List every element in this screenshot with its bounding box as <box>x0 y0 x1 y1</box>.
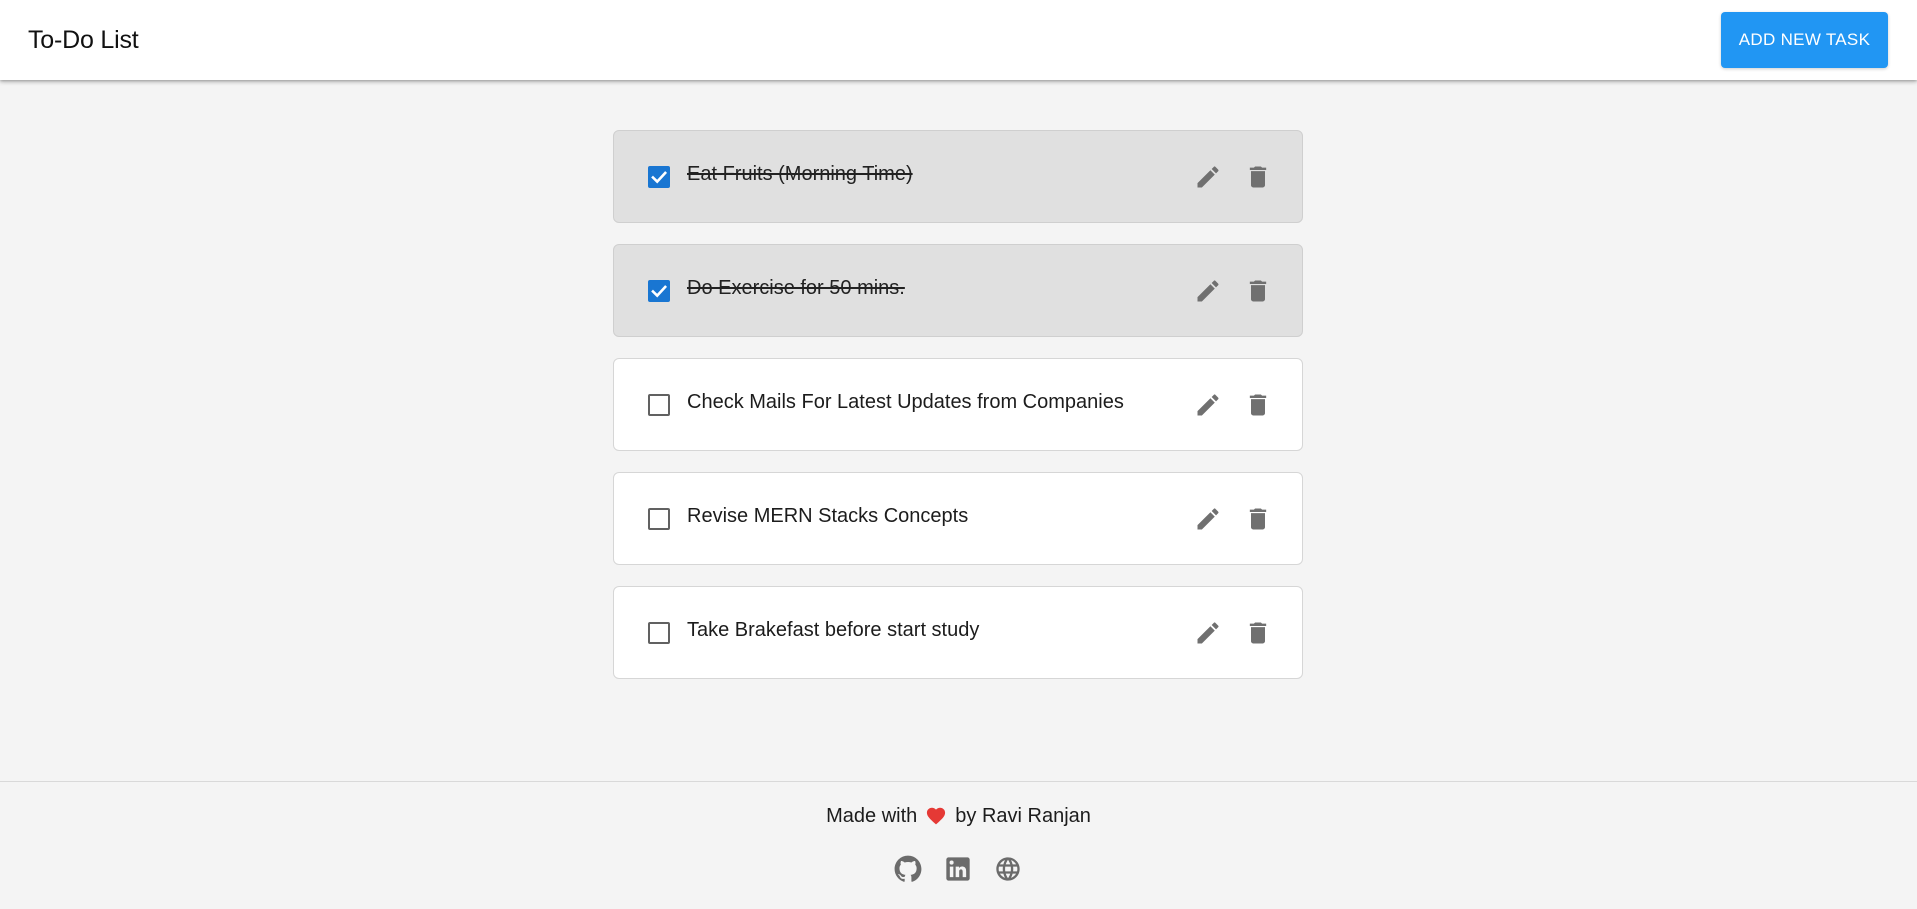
footer-credit: Made with by Ravi Ranjan <box>0 805 1917 831</box>
task-item: Revise MERN Stacks Concepts <box>613 472 1303 565</box>
trash-icon <box>1249 394 1267 416</box>
task-list: Eat Fruits (Morning Time) Do Exercise fo… <box>613 130 1303 700</box>
task-item: Check Mails For Latest Updates from Comp… <box>613 358 1303 451</box>
linkedin-link[interactable] <box>944 855 972 883</box>
website-link[interactable] <box>994 855 1022 883</box>
author-text: by Ravi Ranjan <box>955 805 1091 827</box>
task-item: Take Brakefast before start study <box>613 586 1303 679</box>
task-checkbox[interactable] <box>648 166 670 188</box>
edit-task-button[interactable] <box>1194 505 1222 533</box>
made-with-text: Made with <box>826 805 918 827</box>
delete-task-button[interactable] <box>1244 619 1272 647</box>
delete-task-button[interactable] <box>1244 505 1272 533</box>
github-icon <box>894 855 922 882</box>
trash-icon <box>1249 508 1267 530</box>
trash-icon <box>1249 622 1267 644</box>
edit-task-button[interactable] <box>1194 619 1222 647</box>
linkedin-icon <box>946 857 970 881</box>
task-checkbox[interactable] <box>648 280 670 302</box>
task-checkbox[interactable] <box>648 622 670 644</box>
trash-icon <box>1249 280 1267 302</box>
delete-task-button[interactable] <box>1244 391 1272 419</box>
heart-icon <box>925 805 947 831</box>
task-label: Eat Fruits (Morning Time) <box>687 163 913 185</box>
check-icon <box>651 171 668 184</box>
pencil-icon <box>1197 394 1219 416</box>
pencil-icon <box>1197 508 1219 530</box>
check-icon <box>651 285 668 298</box>
edit-task-button[interactable] <box>1194 277 1222 305</box>
edit-task-button[interactable] <box>1194 163 1222 191</box>
pencil-icon <box>1197 280 1219 302</box>
github-link[interactable] <box>894 855 922 883</box>
task-checkbox[interactable] <box>648 394 670 416</box>
globe-icon <box>996 857 1020 881</box>
delete-task-button[interactable] <box>1244 163 1272 191</box>
app-title: To-Do List <box>28 26 139 54</box>
edit-task-button[interactable] <box>1194 391 1222 419</box>
task-item: Do Exercise for 50 mins. <box>613 244 1303 337</box>
trash-icon <box>1249 166 1267 188</box>
app-bar: To-Do List ADD NEW TASK <box>0 0 1917 80</box>
pencil-icon <box>1197 166 1219 188</box>
task-label: Check Mails For Latest Updates from Comp… <box>687 391 1124 413</box>
pencil-icon <box>1197 622 1219 644</box>
task-item: Eat Fruits (Morning Time) <box>613 130 1303 223</box>
footer: Made with by Ravi Ranjan <box>0 781 1917 909</box>
task-label: Do Exercise for 50 mins. <box>687 277 905 299</box>
add-new-task-button[interactable]: ADD NEW TASK <box>1721 12 1888 68</box>
task-label: Take Brakefast before start study <box>687 619 980 641</box>
task-label: Revise MERN Stacks Concepts <box>687 505 969 527</box>
task-checkbox[interactable] <box>648 508 670 530</box>
delete-task-button[interactable] <box>1244 277 1272 305</box>
